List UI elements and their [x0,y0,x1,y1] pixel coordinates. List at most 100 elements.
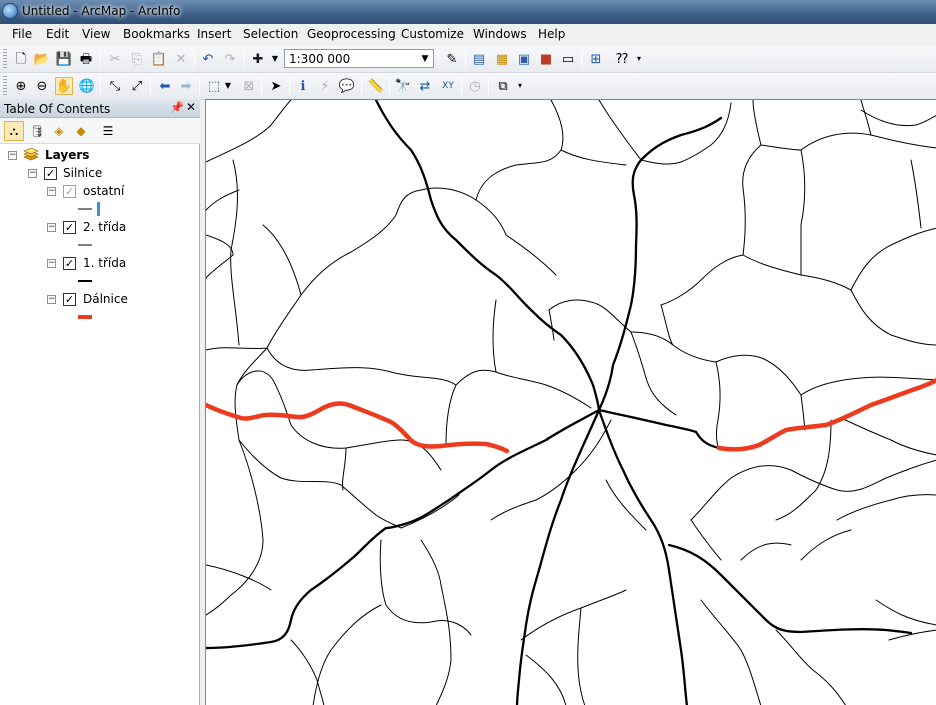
find-route-icon[interactable]: ⇄ [416,77,434,95]
paste-icon[interactable]: 📋 [150,50,168,68]
save-icon[interactable]: 💾 [55,50,73,68]
select-features-dropdown-icon[interactable]: ▼ [223,77,233,95]
menu-customize[interactable]: Customize [401,27,464,41]
zoom-in-icon[interactable]: ⊕ [12,77,30,95]
modelbuilder-icon[interactable]: ⊞ [587,50,605,68]
time-slider-icon[interactable]: ◷ [466,77,484,95]
select-features-icon[interactable]: ⬚ [205,77,223,95]
whats-this-help-icon[interactable]: ⁇ [613,50,631,68]
trida1-symbol[interactable] [78,273,106,289]
add-data-dropdown-icon[interactable]: ▼ [266,50,284,68]
print-icon[interactable]: 🖶 [77,50,95,68]
open-folder-icon[interactable]: 📂 [33,50,51,68]
layer-tree: − Layers − ✓ Silnice − ✓ ostatní − ✓ 2. … [0,144,199,704]
layer-dalnice-label[interactable]: Dálnice [83,292,128,306]
catalog-window-icon[interactable]: ▦ [493,50,511,68]
layer-trida1-label[interactable]: 1. třída [83,256,126,270]
toc-options-icon[interactable]: ☰ [98,121,118,141]
pan-icon[interactable]: ✋ [55,77,73,95]
python-window-icon[interactable]: ▭ [559,50,577,68]
menu-geoprocessing[interactable]: Geoprocessing [307,27,396,41]
menu-view[interactable]: View [82,27,110,41]
map-display[interactable] [205,99,936,705]
list-by-selection-icon[interactable]: ◆ [71,121,91,141]
fixed-zoom-in-icon[interactable]: ⤡ [106,77,124,95]
menu-windows[interactable]: Windows [473,27,527,41]
toolbar-grip[interactable] [3,76,7,96]
measure-icon[interactable]: 📏 [367,77,385,95]
toolbar-separator [150,77,151,95]
go-back-arrow-icon[interactable]: ⬅ [156,77,174,95]
toolbar-options-icon[interactable]: ▾ [634,50,644,68]
identify-icon[interactable]: ℹ [294,77,312,95]
dalnice-visibility-checkbox[interactable]: ✓ [63,293,76,306]
map-scale-combobox[interactable]: 1:300 000 ▼ [284,49,434,68]
go-forward-arrow-icon[interactable]: ➡ [177,77,195,95]
trida1-visibility-checkbox[interactable]: ✓ [63,257,76,270]
dataframe-layers-label[interactable]: Layers [45,148,89,162]
collapse-dalnice-icon[interactable]: − [47,295,56,304]
zoom-out-icon[interactable]: ⊖ [33,77,51,95]
collapse-trida2-icon[interactable]: − [47,223,56,232]
window-title: Untitled - ArcMap - ArcInfo [22,4,181,18]
cut-icon[interactable]: ✂ [106,50,124,68]
layer-ostatni-label[interactable]: ostatní [83,184,124,198]
undo-icon[interactable]: ↶ [199,50,217,68]
fixed-zoom-out-icon[interactable]: ⤢ [128,77,146,95]
trida2-symbol[interactable] [78,237,106,253]
primary-roads [206,100,913,705]
hyperlink-icon[interactable]: ⚡ [316,77,334,95]
toolbar-separator [488,77,489,95]
ostatni-symbol[interactable] [78,201,106,217]
list-by-drawing-order-icon[interactable]: ⛬ [4,121,24,141]
collapse-trida1-icon[interactable]: − [47,259,56,268]
toolbar-separator [465,50,466,68]
arctoolbox-window-icon[interactable]: ■ [537,50,555,68]
go-to-xy-icon[interactable]: XY [439,77,457,95]
full-extent-globe-icon[interactable]: 🌐 [78,77,96,95]
list-by-visibility-icon[interactable]: ◈ [49,121,69,141]
create-viewer-window-icon[interactable]: ⧉ [494,77,512,95]
menu-insert[interactable]: Insert [197,27,231,41]
dalnice-symbol[interactable] [78,309,106,325]
toolbar-separator [461,77,462,95]
menu-edit[interactable]: Edit [46,27,69,41]
toolbar-separator [261,77,262,95]
layer-trida2-label[interactable]: 2. třída [83,220,126,234]
clear-selection-icon[interactable]: ⊠ [240,77,258,95]
menu-selection[interactable]: Selection [243,27,298,41]
copy-icon[interactable]: ⎘ [128,50,146,68]
menu-file[interactable]: File [12,27,32,41]
toolbar-options-icon[interactable]: ▾ [515,77,525,95]
chevron-down-icon[interactable]: ▼ [417,50,433,67]
table-of-contents-window-icon[interactable]: ▤ [470,50,488,68]
standard-toolbar: 🗋 📂 💾 🖶 ✂ ⎘ 📋 ✕ ↶ ↷ ✚ ▼ 1:300 000 ▼ ✎ ▤ … [0,46,936,73]
select-elements-arrow-icon[interactable]: ➤ [267,77,285,95]
arcmap-app-icon[interactable] [2,3,18,19]
search-window-icon[interactable]: ▣ [515,50,533,68]
collapse-silnice-icon[interactable]: − [28,169,37,178]
trida2-visibility-checkbox[interactable]: ✓ [63,221,76,234]
silnice-visibility-checkbox[interactable]: ✓ [44,167,57,180]
list-by-source-icon[interactable]: 🛢 [27,121,47,141]
collapse-layers-icon[interactable]: − [8,151,17,160]
menu-help[interactable]: Help [538,27,565,41]
toolbar-separator [243,50,244,68]
close-icon[interactable]: ✕ [186,100,196,114]
add-data-icon[interactable]: ✚ [249,50,267,68]
toolbar-grip[interactable] [3,49,7,69]
group-layer-silnice-label[interactable]: Silnice [63,166,102,180]
html-popup-icon[interactable]: 💬 [338,77,356,95]
toc-view-tabs: ⛬ 🛢 ◈ ◆ ☰ [0,118,200,144]
delete-icon[interactable]: ✕ [172,50,190,68]
redo-icon[interactable]: ↷ [221,50,239,68]
collapse-ostatni-icon[interactable]: − [47,187,56,196]
new-document-icon[interactable]: 🗋 [12,50,30,68]
map-scale-value: 1:300 000 [289,52,351,66]
road-network-map[interactable] [206,100,936,705]
ostatni-visibility-checkbox[interactable]: ✓ [63,185,76,198]
pin-icon[interactable]: 📌 [170,101,184,114]
editor-toolbar-icon[interactable]: ✎ [443,50,461,68]
menu-bookmarks[interactable]: Bookmarks [123,27,190,41]
find-binoculars-icon[interactable]: 🔭 [394,77,412,95]
